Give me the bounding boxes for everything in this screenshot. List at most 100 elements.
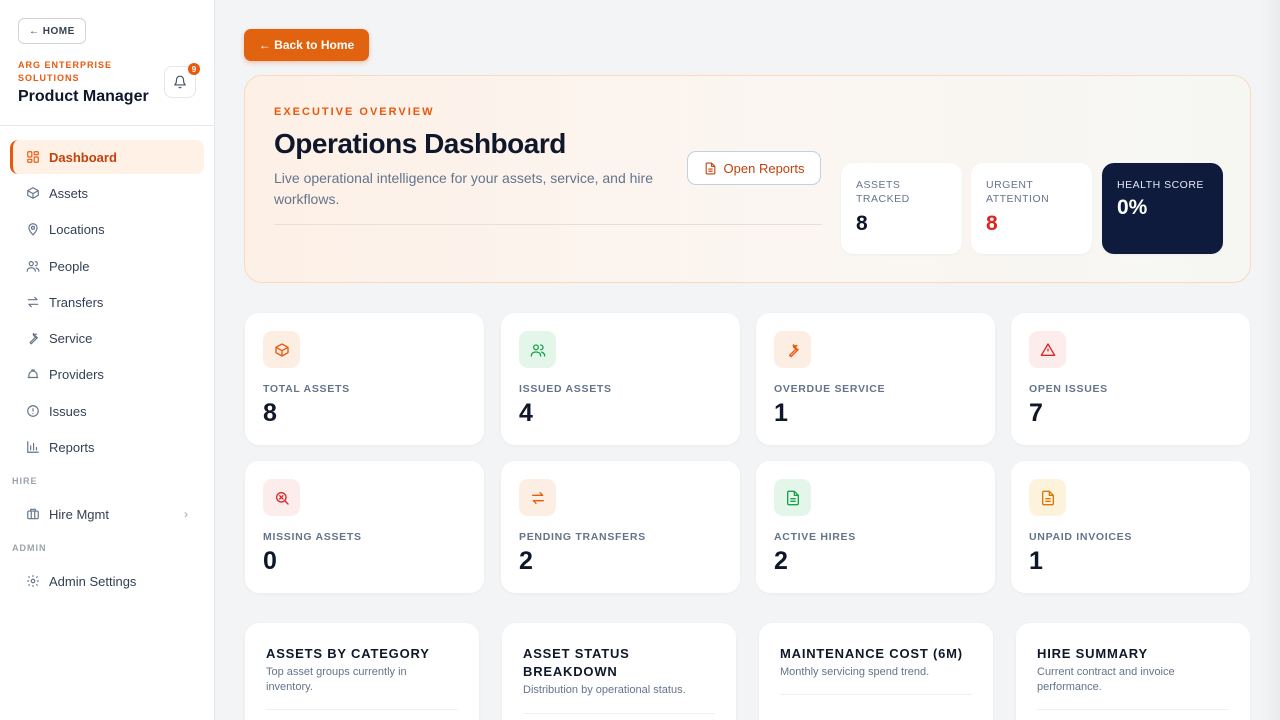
stat-label: URGENT ATTENTION <box>986 179 1050 205</box>
sidebar: ← HOME ARG ENTERPRISE SOLUTIONS Product … <box>0 0 215 720</box>
sidebar-item-label: Service <box>49 330 93 346</box>
panel-asset-status-breakdown: ASSET STATUS BREAKDOWN Distribution by o… <box>502 623 736 720</box>
kpi-missing-assets[interactable]: MISSING ASSETS 0 <box>245 461 484 593</box>
kpi-value: 4 <box>519 399 533 427</box>
sidebar-item-label: People <box>49 258 90 274</box>
panel-maintenance-cost: MAINTENANCE COST (6M) Monthly servicing … <box>759 623 993 720</box>
panel-divider <box>1037 709 1229 710</box>
panel-title: MAINTENANCE COST (6M) <box>780 646 963 661</box>
sidebar-item-providers[interactable]: Providers <box>10 357 204 391</box>
kpi-value: 1 <box>1029 547 1043 575</box>
home-button[interactable]: ← HOME <box>18 18 86 44</box>
sidebar-item-service[interactable]: Service <box>10 321 204 355</box>
kpi-value: 8 <box>263 399 277 427</box>
dashboard-icon <box>26 150 40 164</box>
bell-icon <box>173 75 187 89</box>
sidebar-item-label: Assets <box>49 185 89 201</box>
kpi-value: 7 <box>1029 399 1043 427</box>
hero-eyebrow: EXECUTIVE OVERVIEW <box>274 106 435 118</box>
stat-label: ASSETS TRACKED <box>856 179 910 205</box>
kpi-label: OPEN ISSUES <box>1029 383 1108 395</box>
sidebar-item-assets[interactable]: Assets <box>10 176 204 210</box>
panel-title: ASSET STATUS BREAKDOWN <box>523 646 630 679</box>
bar-chart-icon <box>26 440 40 454</box>
kpi-total-assets[interactable]: TOTAL ASSETS 8 <box>245 313 484 445</box>
wrench-icon <box>774 331 811 368</box>
kpi-label: PENDING TRANSFERS <box>519 531 646 543</box>
transfer-icon <box>26 295 40 309</box>
box-icon <box>263 331 300 368</box>
panel-assets-by-category: ASSETS BY CATEGORY Top asset groups curr… <box>245 623 479 720</box>
kpi-label: TOTAL ASSETS <box>263 383 350 395</box>
sidebar-item-people[interactable]: People <box>10 249 204 283</box>
page-subtitle: Live operational intelligence for your a… <box>274 170 653 207</box>
panel-divider <box>780 694 972 695</box>
sidebar-item-label: Providers <box>49 366 104 382</box>
sidebar-item-label: Admin Settings <box>49 573 137 589</box>
executive-overview-card: EXECUTIVE OVERVIEW Operations Dashboard … <box>244 75 1251 283</box>
sidebar-item-label: Locations <box>49 221 105 237</box>
kpi-label: UNPAID INVOICES <box>1029 531 1133 543</box>
sidebar-item-label: Hire Mgmt <box>49 506 109 522</box>
stat-urgent-attention: URGENT ATTENTION 8 <box>971 163 1092 254</box>
kpi-overdue-service[interactable]: OVERDUE SERVICE 1 <box>756 313 995 445</box>
scrollbar-track[interactable] <box>1260 0 1280 720</box>
panel-divider <box>523 713 715 714</box>
briefcase-icon <box>26 507 40 521</box>
wrench-icon <box>26 331 40 345</box>
org-name: ARG ENTERPRISE SOLUTIONS <box>18 60 113 83</box>
kpi-active-hires[interactable]: ACTIVE HIRES 2 <box>756 461 995 593</box>
open-reports-button[interactable]: Open Reports <box>687 151 821 185</box>
panel-title: HIRE SUMMARY <box>1037 646 1148 661</box>
kpi-pending-transfers[interactable]: PENDING TRANSFERS 2 <box>501 461 740 593</box>
kpi-issued-assets[interactable]: ISSUED ASSETS 4 <box>501 313 740 445</box>
kpi-label: ACTIVE HIRES <box>774 531 856 543</box>
document-icon <box>704 162 717 175</box>
notification-badge: 9 <box>188 63 200 75</box>
sidebar-item-dashboard[interactable]: Dashboard <box>10 140 204 174</box>
invoice-icon <box>1029 479 1066 516</box>
sidebar-item-label: Reports <box>49 439 95 455</box>
kpi-label: OVERDUE SERVICE <box>774 383 886 395</box>
kpi-label: ISSUED ASSETS <box>519 383 612 395</box>
kpi-open-issues[interactable]: OPEN ISSUES 7 <box>1011 313 1250 445</box>
stat-value: 8 <box>986 212 998 235</box>
panel-hire-summary: HIRE SUMMARY Current contract and invoic… <box>1016 623 1250 720</box>
section-label-hire: HIRE <box>12 476 38 486</box>
sidebar-item-transfers[interactable]: Transfers <box>10 285 204 319</box>
sidebar-item-reports[interactable]: Reports <box>10 430 204 464</box>
panel-title: ASSETS BY CATEGORY <box>266 646 430 661</box>
page-title: Operations Dashboard <box>274 128 566 159</box>
warning-triangle-icon <box>1029 331 1066 368</box>
kpi-label: MISSING ASSETS <box>263 531 362 543</box>
users-icon <box>519 331 556 368</box>
kpi-unpaid-invoices[interactable]: UNPAID INVOICES 1 <box>1011 461 1250 593</box>
sidebar-item-hire-mgmt[interactable]: Hire Mgmt › <box>10 497 204 531</box>
sidebar-item-label: Dashboard <box>49 149 117 165</box>
document-icon <box>774 479 811 516</box>
section-label-admin: ADMIN <box>12 543 47 553</box>
sidebar-item-label: Transfers <box>49 294 104 310</box>
stat-value: 8 <box>856 212 868 235</box>
users-icon <box>26 259 40 273</box>
stat-assets-tracked: ASSETS TRACKED 8 <box>841 163 962 254</box>
sidebar-item-locations[interactable]: Locations <box>10 212 204 246</box>
gear-icon <box>26 574 40 588</box>
panel-subtitle: Distribution by operational status. <box>523 684 686 696</box>
alert-circle-icon <box>26 404 40 418</box>
sidebar-divider <box>0 125 215 126</box>
map-pin-icon <box>26 222 40 236</box>
kpi-value: 0 <box>263 547 277 575</box>
sidebar-item-issues[interactable]: Issues <box>10 394 204 428</box>
chevron-right-icon: › <box>184 507 188 521</box>
panel-subtitle: Monthly servicing spend trend. <box>780 666 930 678</box>
user-role: Product Manager <box>18 88 149 105</box>
sidebar-item-admin-settings[interactable]: Admin Settings <box>10 564 204 598</box>
search-x-icon <box>263 479 300 516</box>
back-to-home-button[interactable]: ← Back to Home <box>244 29 369 61</box>
notifications-button[interactable]: 9 <box>164 63 200 98</box>
stat-health-score: HEALTH SCORE 0% <box>1102 163 1223 254</box>
transfer-icon <box>519 479 556 516</box>
panel-subtitle: Current contract and invoice performance… <box>1037 666 1175 693</box>
open-reports-label: Open Reports <box>723 160 805 176</box>
